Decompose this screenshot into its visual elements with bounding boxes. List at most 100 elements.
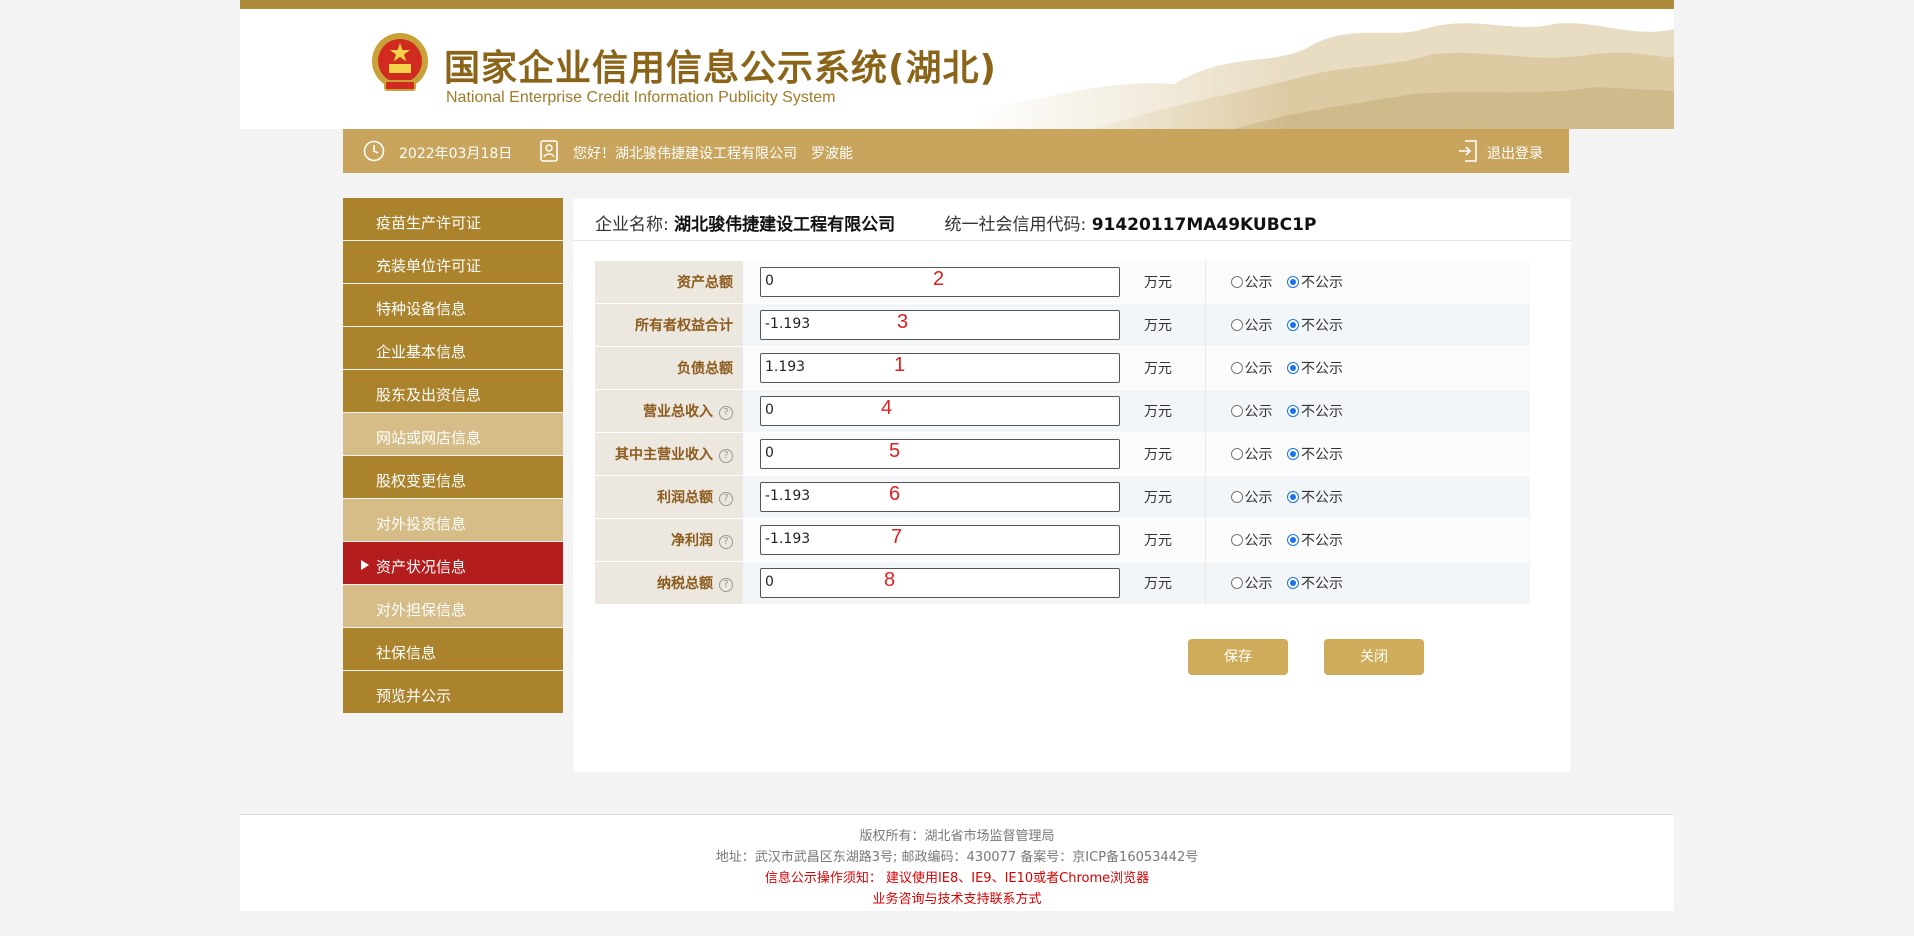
top-accent-bar (240, 0, 1674, 9)
publicity-options: 公示 不公示 (1205, 432, 1530, 476)
site-subtitle: National Enterprise Credit Information P… (446, 89, 836, 106)
amount-input[interactable]: -1.193 3 (760, 310, 1120, 340)
private-label[interactable]: 不公示 (1301, 490, 1343, 506)
credit-code-label: 统一社会信用代码: (944, 215, 1087, 235)
amount-value: 1.193 (765, 359, 806, 375)
private-radio[interactable] (1286, 319, 1299, 331)
private-label[interactable]: 不公示 (1301, 318, 1343, 334)
private-label[interactable]: 不公示 (1301, 404, 1343, 420)
public-label[interactable]: 公示 (1245, 533, 1273, 549)
public-radio[interactable] (1230, 319, 1243, 331)
page-wrapper: 国家企业信用信息公示系统(湖北) National Enterprise Cre… (240, 0, 1674, 911)
public-label[interactable]: 公示 (1245, 361, 1273, 377)
publicity-options: 公示 不公示 (1205, 389, 1530, 433)
help-icon[interactable]: ? (719, 578, 733, 592)
unit-label: 万元 (1123, 561, 1206, 605)
private-label[interactable]: 不公示 (1301, 275, 1343, 291)
company-name: 湖北骏伟捷建设工程有限公司 (674, 215, 896, 235)
public-label[interactable]: 公示 (1245, 275, 1273, 291)
public-radio[interactable] (1230, 276, 1243, 288)
amount-input[interactable]: 0 8 (760, 568, 1120, 598)
annotation-number: 5 (889, 440, 901, 462)
private-label[interactable]: 不公示 (1301, 533, 1343, 549)
public-radio[interactable] (1230, 491, 1243, 503)
public-label[interactable]: 公示 (1245, 576, 1273, 592)
unit-label: 万元 (1123, 389, 1206, 433)
sidebar-item-equity-change[interactable]: 股权变更信息 (343, 456, 563, 498)
sidebar-item-label: 特种设备信息 (376, 300, 467, 318)
unit-label: 万元 (1123, 475, 1206, 519)
active-arrow-icon (361, 560, 369, 570)
sidebar-item-label: 股东及出资信息 (376, 386, 482, 404)
field-cell: 0 2 (743, 261, 1123, 304)
field-cell: 0 5 (743, 432, 1123, 476)
field-label: 纳税总额? (595, 561, 743, 605)
private-radio[interactable] (1286, 577, 1299, 589)
field-cell: 0 8 (743, 561, 1123, 605)
sidebar-item-preview-publish[interactable]: 预览并公示 (343, 671, 563, 713)
help-icon[interactable]: ? (719, 535, 733, 549)
close-button[interactable]: 关闭 (1324, 639, 1424, 675)
unit-label: 万元 (1123, 346, 1206, 390)
help-icon[interactable]: ? (719, 492, 733, 506)
private-label[interactable]: 不公示 (1301, 576, 1343, 592)
amount-input[interactable]: -1.193 7 (760, 525, 1120, 555)
logout-icon[interactable] (1457, 139, 1479, 163)
sidebar-item-investment[interactable]: 对外投资信息 (343, 499, 563, 541)
save-button[interactable]: 保存 (1188, 639, 1288, 675)
public-radio[interactable] (1230, 534, 1243, 546)
private-label[interactable]: 不公示 (1301, 361, 1343, 377)
public-radio[interactable] (1230, 448, 1243, 460)
private-radio[interactable] (1286, 491, 1299, 503)
public-radio[interactable] (1230, 362, 1243, 374)
unit-label: 万元 (1123, 261, 1206, 304)
sidebar-item-shareholders[interactable]: 股东及出资信息 (343, 370, 563, 412)
sidebar-item-guarantee[interactable]: 对外担保信息 (343, 585, 563, 627)
public-label[interactable]: 公示 (1245, 318, 1273, 334)
footer-support-link[interactable]: 业务咨询与技术支持联系方式 (240, 889, 1674, 910)
amount-input[interactable]: 0 4 (760, 396, 1120, 426)
public-radio[interactable] (1230, 577, 1243, 589)
amount-input[interactable]: 0 5 (760, 439, 1120, 469)
amount-value: -1.193 (765, 316, 811, 332)
sidebar-item-label: 疫苗生产许可证 (376, 214, 482, 232)
private-radio[interactable] (1286, 534, 1299, 546)
form-row: 营业总收入? 0 4 万元 公示 不公示 (595, 389, 1530, 433)
sidebar-item-special-equipment[interactable]: 特种设备信息 (343, 284, 563, 326)
private-label[interactable]: 不公示 (1301, 447, 1343, 463)
help-icon[interactable]: ? (719, 449, 733, 463)
annotation-number: 1 (894, 354, 906, 376)
sidebar-item-vaccine-license[interactable]: 疫苗生产许可证 (343, 198, 563, 240)
logout-link[interactable]: 退出登录 (1487, 143, 1543, 163)
field-label-text: 其中主营业收入 (615, 447, 713, 463)
field-label-text: 营业总收入 (643, 404, 713, 420)
public-label[interactable]: 公示 (1245, 404, 1273, 420)
help-icon[interactable]: ? (719, 406, 733, 420)
sidebar-item-label: 充装单位许可证 (376, 257, 482, 275)
sidebar-item-label: 企业基本信息 (376, 343, 467, 361)
private-radio[interactable] (1286, 362, 1299, 374)
sidebar-item-social-security[interactable]: 社保信息 (343, 628, 563, 670)
private-radio[interactable] (1286, 448, 1299, 460)
annotation-number: 2 (933, 268, 945, 290)
public-radio[interactable] (1230, 405, 1243, 417)
amount-input[interactable]: 0 2 (760, 267, 1120, 297)
sidebar-item-assets[interactable]: 资产状况信息 (343, 542, 563, 584)
public-label[interactable]: 公示 (1245, 447, 1273, 463)
sidebar-item-label: 资产状况信息 (376, 558, 467, 576)
amount-input[interactable]: 1.193 1 (760, 353, 1120, 383)
public-label[interactable]: 公示 (1245, 490, 1273, 506)
field-label: 资产总额 (595, 261, 743, 304)
footer-copyright: 版权所有：湖北省市场监督管理局 (859, 829, 1055, 844)
sidebar-item-website[interactable]: 网站或网店信息 (343, 413, 563, 455)
asset-form-table: 资产总额 0 2 万元 公示 不公示 所有者权益合计 -1.193 3 万元 公… (595, 261, 1530, 605)
clock-icon (363, 140, 385, 162)
sidebar-item-basic-info[interactable]: 企业基本信息 (343, 327, 563, 369)
private-radio[interactable] (1286, 276, 1299, 288)
form-row: 所有者权益合计 -1.193 3 万元 公示 不公示 (595, 303, 1530, 347)
annotation-number: 7 (891, 526, 903, 548)
sidebar-item-filling-license[interactable]: 充装单位许可证 (343, 241, 563, 283)
amount-input[interactable]: -1.193 6 (760, 482, 1120, 512)
private-radio[interactable] (1286, 405, 1299, 417)
sidebar-item-label: 预览并公示 (376, 687, 452, 705)
